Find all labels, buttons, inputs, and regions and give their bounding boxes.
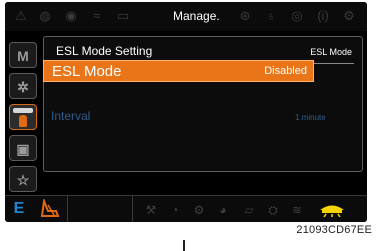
- tab-favorites[interactable]: ☆: [9, 166, 37, 192]
- gear-icon: ✲: [17, 79, 29, 95]
- tab-monitoring-label: M: [17, 48, 29, 64]
- header-bar-icon: [13, 108, 33, 113]
- figure-code: 21093CD67EE: [296, 224, 372, 236]
- esl-mode-label: ESL Mode: [52, 63, 122, 80]
- interval-value: 1 minute: [295, 113, 326, 122]
- star-icon: ☆: [16, 172, 30, 188]
- coolant-icon: ≈: [93, 8, 101, 23]
- battery-icon: ▭: [116, 8, 130, 23]
- tab-management[interactable]: [9, 104, 37, 130]
- camera-icon: ▱: [244, 203, 254, 217]
- bottom-status-bar: E ⚒ ◔ ⚙ ◕ ▱ ⛭ ≋: [5, 195, 367, 222]
- temperature-icon: ◍: [39, 8, 51, 23]
- display-icon: ▣: [16, 141, 30, 157]
- fuel-icon: ♁: [266, 8, 276, 23]
- engine-check-icon: ⊛: [239, 8, 251, 23]
- divider: [183, 240, 185, 251]
- work-mode-icon: ⚒: [145, 203, 157, 217]
- tab-settings[interactable]: ✲: [9, 73, 37, 99]
- esl-settings-panel: ESL Mode Setting ESL Mode: [43, 36, 363, 172]
- overload-warning-icon: ◕: [219, 203, 227, 217]
- warning-triangle-icon: ⚠: [15, 8, 27, 23]
- user-icon: [19, 115, 27, 127]
- preheat-icon: ≋: [291, 203, 303, 217]
- seat-belt-icon: [40, 199, 60, 217]
- power-mode-indicator: E: [13, 200, 25, 217]
- tab-monitoring[interactable]: M: [9, 42, 37, 68]
- page-title: ESL Mode Setting: [56, 44, 153, 58]
- page-subtitle: ESL Mode: [310, 47, 352, 57]
- warning-indicator-bar: ⚠ ◍ ◉ ≈ ▭ Manage. ⊛ ♁ ◎ (i) ⚙: [5, 2, 367, 31]
- divider: [132, 196, 133, 222]
- oil-pressure-icon: ◉: [65, 8, 77, 23]
- maintenance-icon: ⛭: [268, 203, 278, 217]
- esl-mode-row[interactable]: ESL Mode Disabled: [43, 60, 314, 82]
- tab-display[interactable]: ▣: [9, 135, 37, 161]
- cluster-screen: ⚠ ◍ ◉ ≈ ▭ Manage. ⊛ ♁ ◎ (i) ⚙ M ✲ ▣ ☆ ES…: [5, 2, 367, 222]
- work-light-icon: [320, 205, 344, 217]
- brake-icon: (i): [317, 8, 329, 23]
- filter-icon: ◎: [291, 8, 303, 23]
- auto-idle-icon: ◔: [171, 203, 179, 217]
- screen-title: Manage.: [173, 9, 220, 23]
- divider: [67, 196, 68, 222]
- interval-label: Interval: [51, 109, 91, 123]
- overload-icon: ⚙: [343, 8, 355, 23]
- esl-mode-value: Disabled: [264, 65, 307, 77]
- travel-speed-icon: ⚙: [193, 203, 205, 217]
